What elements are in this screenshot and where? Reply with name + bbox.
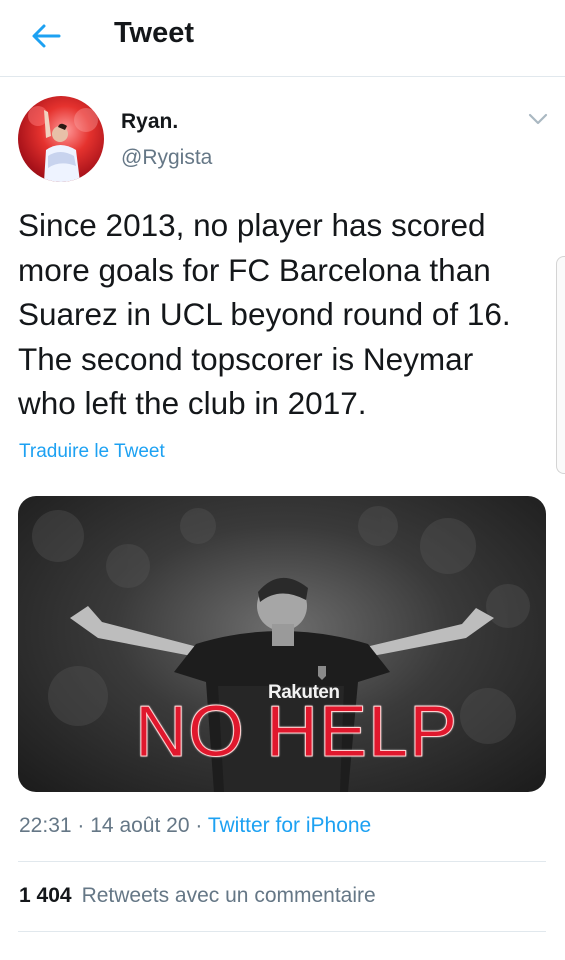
top-bar: Tweet: [0, 0, 565, 77]
avatar[interactable]: [18, 96, 104, 182]
meta-separator: ·: [77, 814, 85, 837]
tweet-image[interactable]: Rakuten NO HELP: [18, 496, 546, 792]
retweet-label: Retweets avec un commentaire: [81, 884, 376, 907]
divider: [18, 861, 546, 862]
scrollbar[interactable]: [556, 256, 565, 474]
tweet-time: 22:31: [19, 814, 72, 837]
retweet-count: 1 404: [19, 884, 72, 907]
image-overlay-text: NO HELP: [134, 692, 459, 773]
display-name[interactable]: Ryan.: [121, 110, 178, 134]
meta-separator: ·: [195, 814, 203, 837]
more-options-button[interactable]: [525, 108, 551, 130]
back-arrow-icon: [32, 24, 61, 48]
page-title: Tweet: [114, 17, 195, 49]
back-button[interactable]: [28, 18, 64, 54]
retweet-with-comment-stat[interactable]: 1 404 Retweets avec un commentaire: [19, 884, 376, 908]
avatar-photo: [28, 106, 98, 182]
chevron-down-icon: [528, 113, 548, 125]
tweet-date: 14 août 20: [90, 814, 190, 837]
divider: [18, 931, 546, 932]
user-handle[interactable]: @Rygista: [121, 146, 212, 170]
translate-tweet-link[interactable]: Traduire le Tweet: [19, 441, 165, 463]
tweet-meta: 22:31 · 14 août 20 · Twitter for iPhone: [19, 814, 371, 838]
tweet-text: Since 2013, no player has scored more go…: [18, 207, 511, 421]
tweet-client-link[interactable]: Twitter for iPhone: [208, 814, 371, 837]
